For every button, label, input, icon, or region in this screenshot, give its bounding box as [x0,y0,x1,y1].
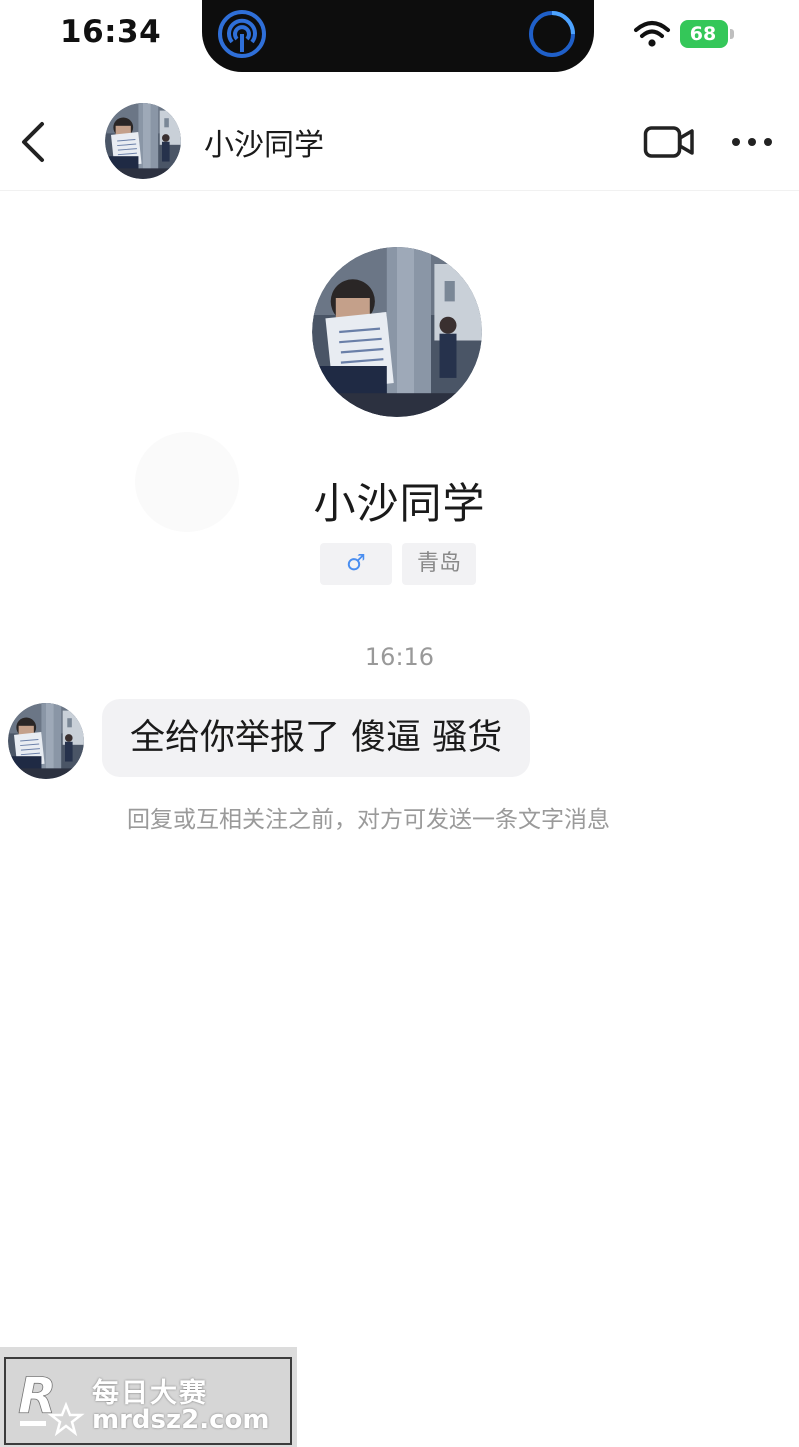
loading-ring-icon [526,8,578,60]
airdrop-icon [218,10,266,58]
watermark-url: mrdsz2.com [92,1405,270,1435]
location-label: 青岛 [416,551,461,576]
gender-tag: ♂ [320,543,392,585]
battery-cap [730,29,734,39]
message-limit-hint: 回复或互相关注之前，对方可发送一条文字消息 [127,807,610,833]
watermark-frame: R 每日大赛 mrdsz2.com [4,1357,292,1445]
dynamic-island [202,0,594,72]
battery-icon: 68 [680,20,736,48]
message-avatar[interactable] [8,703,84,779]
header-title[interactable]: 小沙同学 [204,120,324,164]
chat-timestamp: 16:16 [364,643,435,671]
battery-level: 68 [689,23,717,45]
more-dots-icon [732,138,772,146]
status-time: 16:34 [60,14,162,50]
profile-avatar[interactable] [312,247,482,417]
male-icon: ♂ [346,551,366,576]
video-call-button[interactable] [643,124,695,160]
status-bar: 16:34 68 [0,0,799,80]
location-tag: 青岛 [402,543,476,585]
header-avatar[interactable] [105,103,181,179]
profile-name: 小沙同学 [313,479,486,528]
more-button[interactable] [728,130,776,154]
message-bubble[interactable]: 全给你举报了 傻逼 骚货 [102,699,531,777]
back-button[interactable] [14,118,54,166]
video-camera-icon [643,126,694,158]
watermark: R 每日大赛 mrdsz2.com [0,1347,297,1447]
chat-header: 小沙同学 [0,90,799,191]
wifi-icon [632,20,672,50]
back-chevron-icon [22,122,44,162]
watermark-logo-icon: R [14,1365,86,1437]
